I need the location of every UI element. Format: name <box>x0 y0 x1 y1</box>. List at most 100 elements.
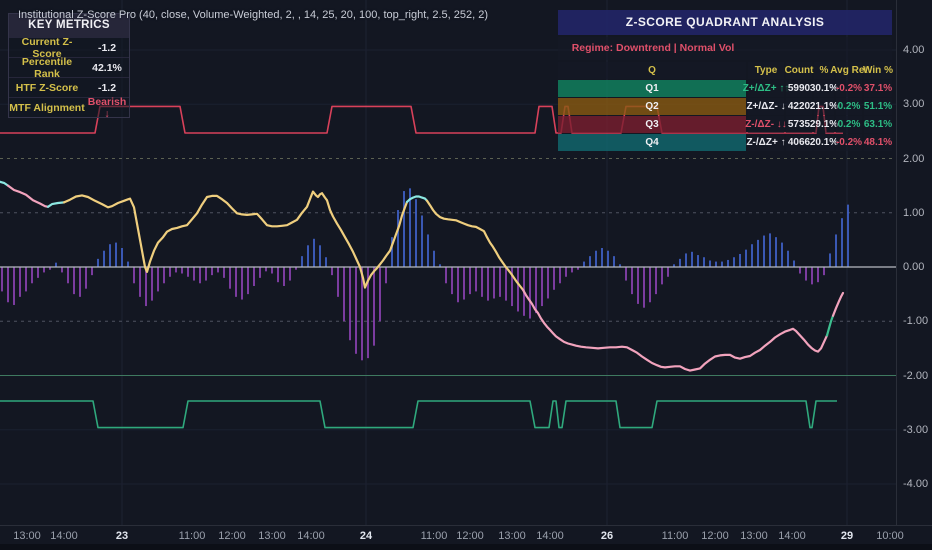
time-tick: 11:00 <box>661 530 689 542</box>
histogram-bar-negative <box>559 267 561 284</box>
column-header-q: Q <box>558 62 746 79</box>
histogram-bar-positive <box>727 259 729 267</box>
histogram-bar-positive <box>607 250 609 267</box>
column-header-count: Count <box>785 62 813 79</box>
histogram-bar-negative <box>163 267 165 284</box>
histogram-bar-positive <box>319 245 321 267</box>
time-tick: 13:00 <box>258 530 286 542</box>
price-tick: 3.00 <box>903 98 925 111</box>
histogram-bar-negative <box>19 267 21 297</box>
indicator-legend-title[interactable]: Institutional Z-Score Pro (40, close, Vo… <box>18 9 488 21</box>
chart-window: Institutional Z-Score Pro (40, close, Vo… <box>0 0 932 550</box>
time-tick: 14:00 <box>297 530 325 542</box>
histogram-bar-negative <box>217 267 219 273</box>
price-axis-border <box>896 0 897 525</box>
histogram-bar-positive <box>745 249 747 267</box>
histogram-bar-negative <box>547 267 549 299</box>
price-tick: 4.00 <box>903 44 925 56</box>
histogram-bar-negative <box>385 267 387 284</box>
histogram-bar-negative <box>259 267 261 278</box>
time-tick: 12:00 <box>218 530 246 542</box>
histogram-bar-positive <box>583 261 585 267</box>
histogram-bar-negative <box>337 267 339 297</box>
histogram-bar-positive <box>793 260 795 267</box>
histogram-bar-negative <box>181 267 183 274</box>
lower-threshold-line <box>0 400 837 429</box>
histogram-bar-positive <box>55 262 57 267</box>
quadrant-win-pct: 63.1% <box>864 116 892 133</box>
histogram-bar-negative <box>505 267 507 301</box>
histogram-bar-negative <box>169 267 171 277</box>
histogram-bar-negative <box>373 267 375 346</box>
quadrant-type: Z+/ΔZ- ↓ <box>746 98 786 115</box>
zscore-line-segment <box>825 314 835 337</box>
zscore-line-segment <box>6 184 50 208</box>
time-tick: 14:00 <box>536 530 564 542</box>
histogram-bar-positive <box>697 255 699 267</box>
quadrant-band-label: Q4 <box>558 134 746 151</box>
histogram-bar-negative <box>271 267 273 274</box>
histogram-bar-negative <box>535 267 537 314</box>
histogram-bar-negative <box>463 267 465 300</box>
metric-row: Current Z-Score -1.2 <box>9 36 129 60</box>
histogram-bar-negative <box>541 267 543 307</box>
histogram-bar-negative <box>799 267 801 274</box>
histogram-bar-positive <box>685 253 687 267</box>
quadrant-avg-ret: 0.2% <box>836 98 862 115</box>
histogram-bar-negative <box>565 267 567 277</box>
price-tick: 0.00 <box>903 261 925 273</box>
metric-label: HTF Z-Score <box>15 81 79 94</box>
histogram-bar-positive <box>709 260 711 267</box>
histogram-bar-negative <box>7 267 9 303</box>
histogram-bar-negative <box>31 267 33 284</box>
quadrant-pct: 29.1% <box>810 116 838 133</box>
histogram-bar-negative <box>283 267 285 286</box>
histogram-bar-negative <box>811 267 813 285</box>
regime-status: Regime: Downtrend | Normal Vol <box>558 37 892 60</box>
histogram-bar-positive <box>307 245 309 267</box>
histogram-bar-positive <box>841 218 843 267</box>
histogram-bar-negative <box>631 267 633 295</box>
price-tick: 1.00 <box>903 206 925 219</box>
quadrant-count: 4066 <box>786 134 812 151</box>
histogram-bar-negative <box>493 267 495 299</box>
quadrant-count: 5990 <box>786 80 812 97</box>
histogram-bar-negative <box>817 267 819 283</box>
quadrant-type: Z-/ΔZ+ ↑ <box>746 134 786 151</box>
histogram-bar-negative <box>379 267 381 322</box>
histogram-bar-positive <box>325 257 327 267</box>
quadrant-type: Z+/ΔZ+ ↑↑ <box>743 80 789 97</box>
histogram-bar-negative <box>151 267 153 301</box>
quadrant-avg-ret: -0.2% <box>836 80 862 97</box>
histogram-bar-negative <box>289 267 291 281</box>
time-tick: 11:00 <box>420 530 448 542</box>
price-tick: -4.00 <box>903 478 929 490</box>
zscore-line-segment <box>521 288 829 372</box>
histogram-bar-negative <box>451 267 453 295</box>
quadrant-pct: 21.1% <box>810 98 838 115</box>
histogram-bar-negative <box>469 267 471 295</box>
histogram-bar-positive <box>421 215 423 267</box>
time-tick: 13:00 <box>740 530 768 542</box>
histogram-bar-positive <box>691 251 693 267</box>
histogram-bar-negative <box>457 267 459 303</box>
time-tick: 23 <box>115 530 129 542</box>
time-tick: 11:00 <box>178 530 206 542</box>
histogram-bar-negative <box>445 267 447 284</box>
metric-value: -1.2 <box>97 81 117 94</box>
histogram-bar-negative <box>355 267 357 354</box>
histogram-bar-negative <box>265 267 267 272</box>
bottom-bar <box>0 544 932 550</box>
histogram-bar-negative <box>343 267 345 322</box>
zscore-line-segment <box>46 201 66 208</box>
histogram-bar-positive <box>763 235 765 267</box>
histogram-bar-negative <box>139 267 141 297</box>
time-tick: 29 <box>840 530 854 542</box>
metric-value: Bearish ↓ <box>87 95 127 120</box>
histogram-bar-negative <box>649 267 651 303</box>
histogram-bar-positive <box>703 257 705 267</box>
column-header-type: Type <box>748 62 784 79</box>
metric-value: 42.1% <box>92 61 122 74</box>
price-tick: -2.00 <box>903 369 929 382</box>
histogram-bar-negative <box>661 267 663 285</box>
